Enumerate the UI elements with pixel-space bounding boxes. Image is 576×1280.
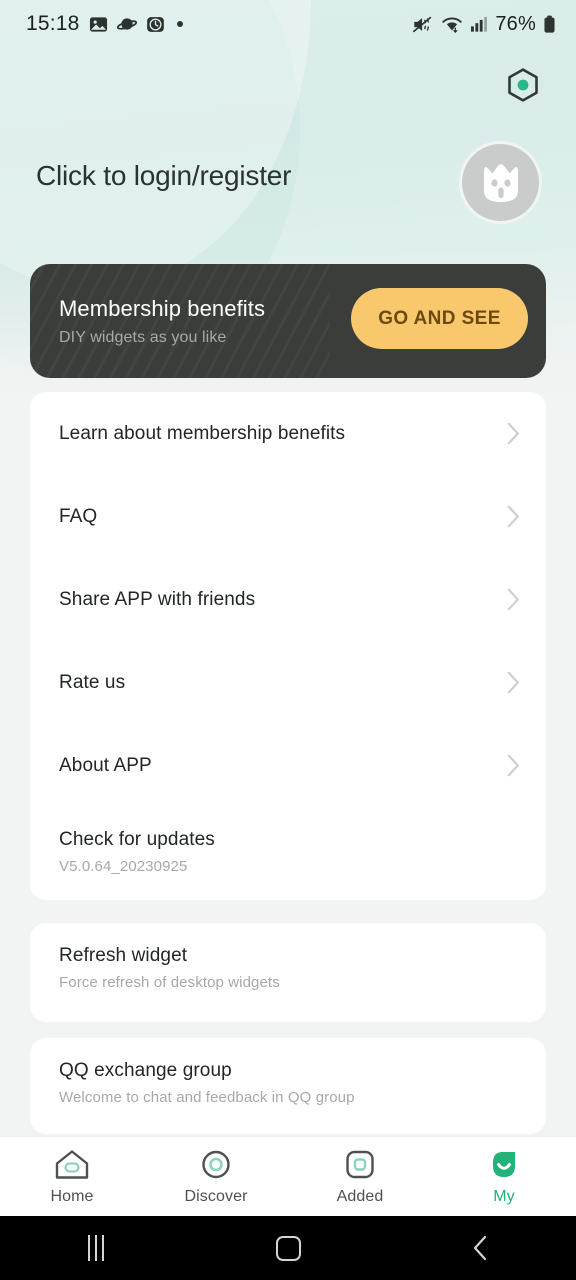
tab-added[interactable]: Added: [288, 1148, 432, 1206]
row-texts: Share APP with friends: [59, 589, 255, 611]
tab-home[interactable]: Home: [0, 1148, 144, 1206]
home-icon: [55, 1149, 89, 1179]
recents-button[interactable]: [0, 1235, 192, 1261]
list-item-learn-about-membership-benefits[interactable]: Learn about membership benefits: [30, 392, 546, 475]
qq-group-label: QQ exchange group: [59, 1060, 232, 1081]
battery-icon: [544, 15, 555, 33]
tab-label: Home: [50, 1187, 94, 1205]
recents-icon: [88, 1235, 104, 1261]
android-navigation-bar: [0, 1216, 576, 1280]
settings-list-card: Learn about membership benefits FAQ Shar…: [30, 392, 546, 900]
list-item-label: About APP: [59, 754, 152, 776]
list-item-faq[interactable]: FAQ: [30, 475, 546, 558]
refresh-widget-subtitle: Force refresh of desktop widgets: [59, 974, 280, 991]
rounded-square-icon: [346, 1150, 374, 1178]
qq-exchange-group-card[interactable]: QQ exchange group Welcome to chat and fe…: [30, 1038, 546, 1134]
list-item-share-app-with-friends[interactable]: Share APP with friends: [30, 558, 546, 641]
back-button[interactable]: [384, 1234, 576, 1262]
status-bar-right: 76%: [412, 13, 556, 36]
list-item-label: Learn about membership benefits: [59, 422, 346, 444]
row-texts: QQ exchange group Welcome to chat and fe…: [59, 1060, 355, 1106]
row-texts: FAQ: [59, 506, 97, 528]
row-texts: Refresh widget Force refresh of desktop …: [59, 945, 280, 991]
qq-group-subtitle: Welcome to chat and feedback in QQ group: [59, 1089, 355, 1106]
row-texts: About APP: [59, 755, 152, 777]
list-item-label: Share APP with friends: [59, 588, 256, 610]
signal-icon: [471, 16, 488, 32]
hexagon-settings-icon: [508, 68, 538, 102]
app-version-label: V5.0.64_20230925: [59, 858, 188, 875]
membership-benefits-card[interactable]: Membership benefits DIY widgets as you l…: [30, 264, 546, 378]
mute-icon: [413, 16, 432, 32]
login-register-label[interactable]: Click to login/register: [36, 160, 291, 192]
tab-discover[interactable]: Discover: [144, 1148, 288, 1206]
status-bar-left: 15:18: [26, 12, 183, 36]
refresh-widget-row[interactable]: Refresh widget Force refresh of desktop …: [30, 923, 546, 1022]
saturn-icon: [116, 17, 137, 30]
compass-circle-icon: [202, 1150, 230, 1178]
row-texts: Check for updates V5.0.64_20230925: [59, 829, 215, 875]
settings-button[interactable]: [502, 66, 544, 108]
refresh-widget-label: Refresh widget: [59, 945, 188, 966]
tab-label: Added: [336, 1187, 384, 1205]
chevron-right-icon: [507, 505, 519, 528]
home-square-icon: [275, 1235, 301, 1261]
phone-screen: 15:18 76% Click to login/register Member…: [0, 0, 576, 1280]
alarm-icon: [146, 16, 164, 32]
row-texts: Learn about membership benefits: [59, 423, 345, 445]
list-item-rate-us[interactable]: Rate us: [30, 641, 546, 724]
chevron-right-icon: [507, 588, 519, 611]
tab-label: Discover: [184, 1187, 248, 1205]
back-chevron-icon: [473, 1235, 487, 1261]
chevron-right-icon: [507, 422, 519, 445]
tab-my[interactable]: My: [432, 1148, 576, 1206]
membership-card-texts: Membership benefits DIY widgets as you l…: [59, 296, 265, 347]
home-button[interactable]: [192, 1235, 384, 1261]
membership-card-subtitle: DIY widgets as you like: [59, 328, 227, 346]
qq-exchange-group-row[interactable]: QQ exchange group Welcome to chat and fe…: [30, 1038, 546, 1134]
bottom-tab-bar: Home Discover Added My: [0, 1136, 576, 1216]
membership-card-title: Membership benefits: [59, 295, 266, 321]
row-texts: Rate us: [59, 672, 125, 694]
chevron-right-icon: [507, 754, 519, 777]
dot-icon: [176, 21, 183, 27]
go-and-see-button[interactable]: GO AND SEE: [351, 288, 528, 349]
status-bar: 15:18 76%: [0, 0, 576, 48]
list-item-check-for-updates[interactable]: Check for updates V5.0.64_20230925: [30, 807, 546, 900]
image-icon: [89, 16, 107, 32]
tab-label: My: [493, 1187, 515, 1205]
leaf-smile-icon: [493, 1151, 515, 1177]
refresh-widget-card[interactable]: Refresh widget Force refresh of desktop …: [30, 923, 546, 1022]
list-item-about-app[interactable]: About APP: [30, 724, 546, 807]
avatar[interactable]: [459, 141, 542, 224]
list-item-label: FAQ: [59, 505, 98, 527]
chevron-right-icon: [507, 671, 519, 694]
wifi-icon: [442, 17, 463, 33]
cat-avatar-icon: [483, 163, 518, 202]
list-item-label: Rate us: [59, 671, 126, 693]
battery-percent: 76%: [495, 12, 536, 35]
list-item-label: Check for updates: [59, 829, 215, 850]
status-time: 15:18: [26, 12, 80, 35]
